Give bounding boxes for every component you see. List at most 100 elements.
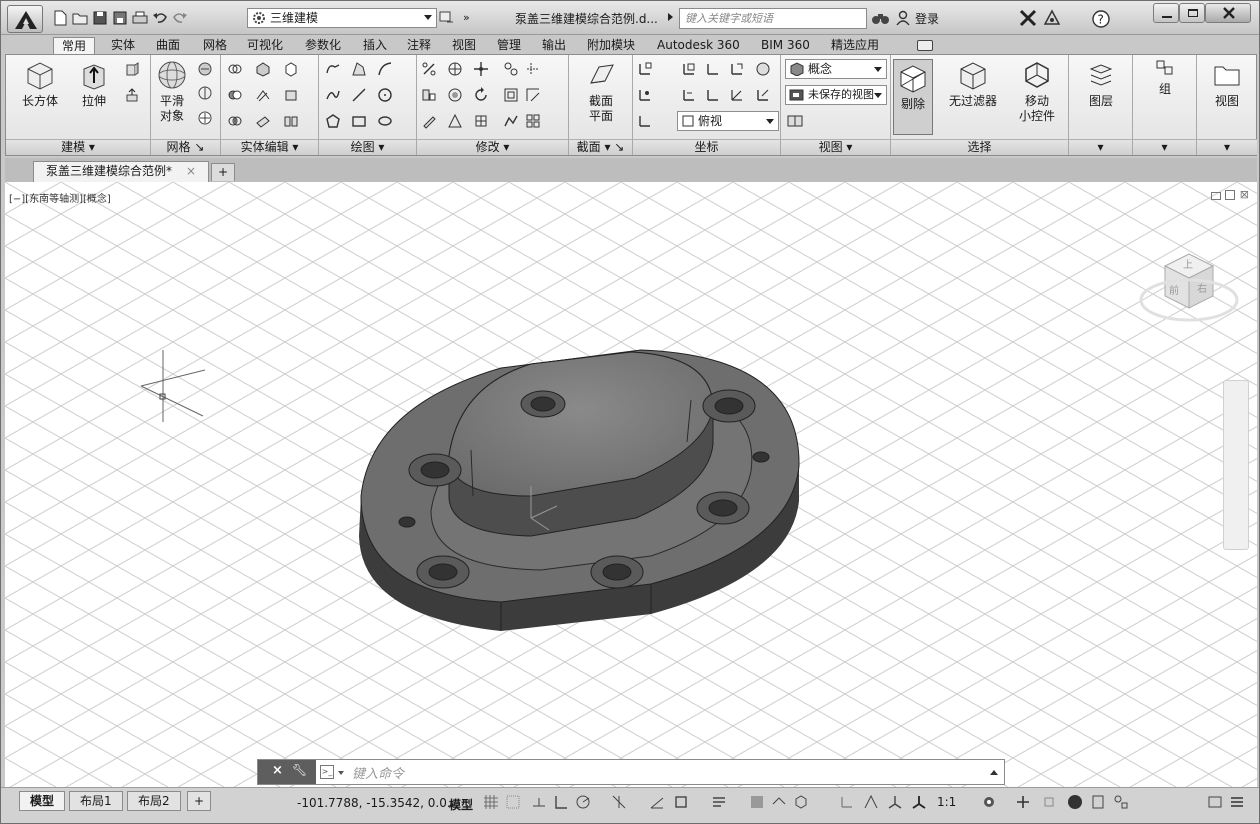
layout-tab-model[interactable]: 模型 — [19, 791, 66, 811]
3d-mirror-icon[interactable] — [447, 87, 463, 103]
box-button[interactable]: 长方体 — [20, 59, 60, 109]
dynamic-ucs-icon[interactable] — [839, 794, 855, 812]
ribbon-minimize-icon[interactable] — [917, 40, 933, 51]
panel-view-title[interactable]: 视图 ▾ — [781, 139, 890, 155]
new-tab-button[interactable]: + — [211, 163, 235, 181]
rotate-icon[interactable] — [473, 87, 489, 103]
selection-filter-icon[interactable] — [863, 794, 879, 812]
fillet-edge-icon[interactable] — [255, 61, 271, 77]
annotation-visibility-icon[interactable] — [911, 794, 927, 812]
workspace-dropdown[interactable]: 三维建模 — [247, 8, 437, 28]
a360-icon[interactable] — [1043, 9, 1061, 30]
model-space-toggle[interactable]: 模型 — [449, 796, 473, 813]
layout-tab-layout1[interactable]: 布局1 — [69, 791, 123, 811]
ucs-face-icon[interactable] — [755, 87, 771, 103]
arc-icon[interactable] — [377, 61, 393, 77]
ucs-world-icon[interactable] — [681, 61, 697, 77]
ucs-x-icon[interactable] — [705, 61, 721, 77]
chevron-up-icon[interactable] — [990, 770, 998, 775]
viewport-controls-label[interactable]: [−][东南等轴测][概念] — [9, 190, 111, 205]
presspull-icon[interactable] — [124, 87, 140, 103]
mesh-smooth-less-icon[interactable] — [197, 85, 213, 101]
command-input[interactable]: 键入命令 — [352, 763, 404, 782]
erase-icon[interactable] — [421, 113, 437, 129]
fullscreen-icon[interactable] — [1207, 794, 1223, 812]
tab-manage[interactable]: 管理 — [489, 37, 529, 55]
layout-tab-layout2[interactable]: 布局2 — [127, 791, 181, 811]
tab-annotate[interactable]: 注释 — [399, 37, 439, 55]
extrude-button[interactable]: 拉伸 — [74, 59, 114, 109]
command-line[interactable]: × 🔧︎ >_ 键入命令 — [257, 759, 1005, 785]
panel-layers-title[interactable]: ▾ — [1069, 139, 1132, 155]
viewport-minimize-icon[interactable] — [1211, 192, 1221, 200]
ucs-3point-icon[interactable] — [729, 87, 745, 103]
save-icon[interactable] — [91, 9, 109, 27]
isodraft-icon[interactable] — [611, 794, 627, 812]
ucs-view-icon[interactable] — [755, 61, 771, 77]
login-button[interactable]: 登录 — [915, 10, 939, 27]
panel-modeling-title[interactable]: 建模 ▾ — [6, 139, 150, 155]
trim-icon[interactable] — [525, 61, 541, 77]
view-direction-dropdown[interactable]: 俯视 — [677, 111, 779, 131]
application-menu-button[interactable] — [7, 5, 43, 33]
transparency-icon[interactable] — [749, 794, 765, 812]
tab-featured-apps[interactable]: 精选应用 — [823, 37, 887, 55]
array-icon[interactable] — [421, 61, 437, 77]
join-icon[interactable] — [503, 113, 519, 129]
ucs-previous-icon[interactable] — [681, 87, 697, 103]
align-icon[interactable] — [421, 87, 437, 103]
close-icon[interactable]: × — [186, 162, 196, 181]
selection-cycling-icon[interactable] — [771, 794, 787, 812]
scale-icon[interactable] — [447, 113, 463, 129]
customization-icon[interactable] — [1113, 794, 1129, 812]
new-file-icon[interactable] — [51, 9, 69, 27]
redo-icon[interactable] — [171, 9, 189, 27]
3d-rotate-icon[interactable] — [447, 61, 463, 77]
wrench-icon[interactable]: 🔧︎ — [292, 763, 307, 777]
visual-style-dropdown[interactable]: 概念 — [785, 59, 887, 79]
workspace-settings-icon[interactable] — [439, 10, 455, 26]
ellipse-icon[interactable] — [377, 113, 393, 129]
extract-edges-icon[interactable] — [283, 61, 299, 77]
polysolid-icon[interactable] — [124, 61, 140, 77]
spline-icon[interactable] — [325, 87, 341, 103]
move-gizmo-button[interactable]: 移动 小控件 — [1011, 59, 1063, 124]
polygon-icon[interactable] — [325, 113, 341, 129]
panel-selection-title[interactable]: 选择 — [891, 139, 1068, 155]
section-plane-button[interactable]: 截面 平面 — [581, 59, 621, 124]
layers-button[interactable]: 图层 — [1081, 59, 1121, 109]
panel-draw-title[interactable]: 绘图 ▾ — [319, 139, 416, 155]
isolate-objects-icon[interactable] — [1041, 794, 1057, 812]
tab-home[interactable]: 常用 — [53, 37, 96, 55]
circle-icon[interactable] — [377, 87, 393, 103]
viewcube[interactable]: 上 前 右 — [1135, 236, 1245, 356]
user-icon[interactable] — [895, 10, 911, 29]
tab-solid[interactable]: 实体 — [103, 37, 143, 55]
intersect-icon[interactable] — [227, 113, 243, 129]
panel-solid-edit-title[interactable]: 实体编辑 ▾ — [221, 139, 318, 155]
viewport-close-icon[interactable]: ⊠ — [1240, 188, 1249, 201]
panel-section-title[interactable]: 截面 ▾ ↘ — [569, 139, 632, 155]
tab-output[interactable]: 输出 — [534, 37, 574, 55]
hardware-acceleration-icon[interactable] — [1067, 794, 1083, 812]
file-tab[interactable]: 泵盖三维建模综合范例* × — [33, 161, 209, 182]
close-icon[interactable]: × — [272, 763, 283, 778]
viewport-restore-icon[interactable] — [1225, 190, 1235, 200]
drawing-viewport[interactable]: [−][东南等轴测][概念] ⊠ 上 前 右 — [5, 182, 1257, 787]
no-filter-button[interactable]: 无过滤器 — [943, 59, 1003, 109]
object-snap-icon[interactable] — [673, 794, 689, 812]
line-icon[interactable] — [351, 87, 367, 103]
gizmo-icon[interactable] — [887, 794, 903, 812]
group-button[interactable]: 组 — [1145, 59, 1185, 97]
move-icon[interactable] — [473, 61, 489, 77]
hatch-icon[interactable] — [351, 61, 367, 77]
command-prompt-icon[interactable]: >_ — [320, 765, 334, 779]
extrude-faces-icon[interactable] — [283, 87, 299, 103]
tab-visualize[interactable]: 可视化 — [239, 37, 291, 55]
tab-addins[interactable]: 附加模块 — [579, 37, 643, 55]
exchange-apps-icon[interactable] — [1019, 9, 1037, 30]
tab-parametric[interactable]: 参数化 — [297, 37, 349, 55]
tab-surface[interactable]: 曲面 — [148, 37, 188, 55]
overflow-icon[interactable]: » — [463, 11, 470, 24]
polyline-icon[interactable] — [325, 61, 341, 77]
